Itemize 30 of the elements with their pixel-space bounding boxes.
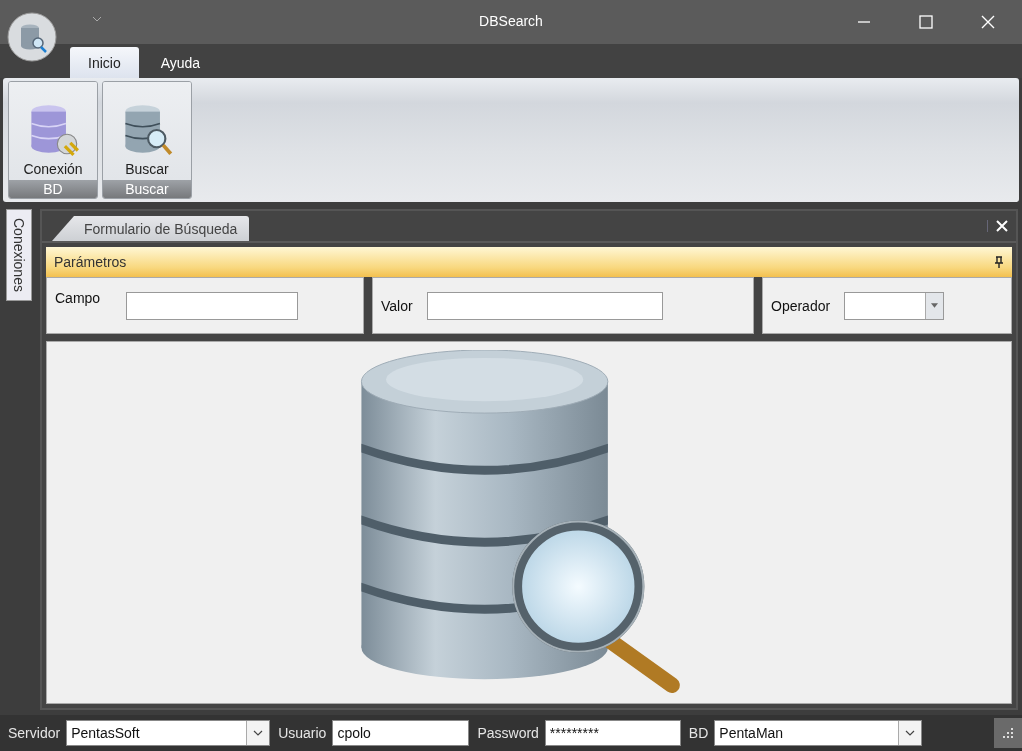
input-field[interactable]: ********* — [544, 720, 681, 746]
side-tab[interactable]: Conexiones — [6, 209, 32, 301]
maximize-icon[interactable] — [918, 14, 934, 30]
dropdown-field[interactable] — [844, 291, 945, 320]
input-field[interactable]: cpolo — [332, 720, 470, 746]
ribbon-tab[interactable]: Inicio — [70, 47, 139, 78]
caret-icon — [931, 303, 939, 308]
quick-access-caret-icon[interactable] — [92, 16, 102, 24]
field-label: Valor — [381, 297, 413, 314]
window-title: DBSearch — [478, 13, 544, 29]
dropdown-field[interactable]: PentaMan — [714, 720, 923, 746]
status-label: BD — [688, 725, 709, 741]
close-icon[interactable] — [987, 220, 1008, 232]
status-label: Usuario — [278, 725, 327, 741]
status-label: Servidor — [8, 725, 61, 741]
ribbon-group-label: Buscar — [103, 180, 191, 198]
pin-icon[interactable] — [994, 256, 1004, 268]
input-field[interactable] — [426, 291, 663, 320]
resize-grip-icon[interactable] — [994, 718, 1022, 748]
caret-icon — [253, 730, 264, 736]
document-tab[interactable]: Formulario de Búsqueda — [52, 216, 250, 241]
ribbon-group-label: BD — [9, 180, 97, 198]
dropdown-field[interactable]: PentasSoft — [66, 720, 271, 746]
ribbon-tab[interactable]: Ayuda — [142, 47, 219, 78]
caret-icon — [905, 730, 916, 736]
input-field[interactable] — [126, 291, 299, 320]
status-label: Password — [477, 725, 539, 741]
panel-title: Parámetros — [54, 254, 127, 270]
field-label: Operador — [771, 297, 831, 314]
field-label: Campo — [55, 290, 101, 306]
